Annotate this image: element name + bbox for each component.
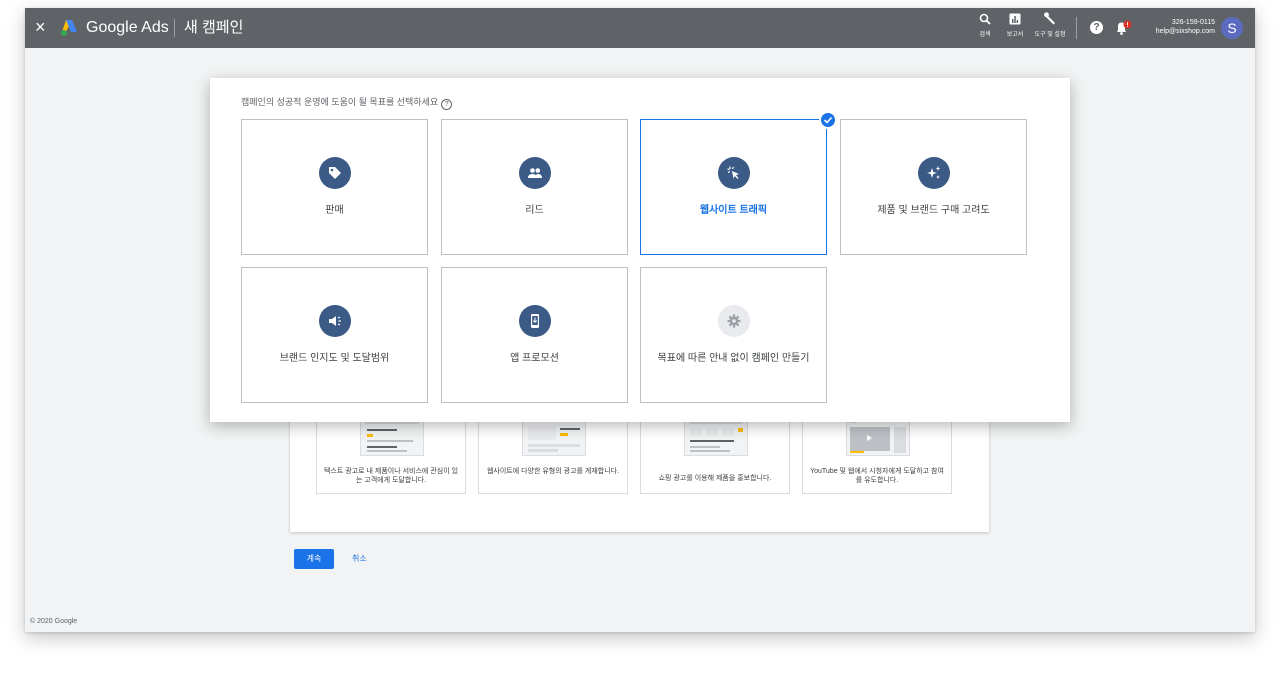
goal-label: 목표에 따른 안내 없이 캠페인 만들기	[657, 353, 810, 364]
goal-label: 웹사이트 트래픽	[699, 205, 768, 216]
search-tool-label: 검색	[979, 32, 991, 38]
checkmark-icon	[819, 111, 837, 129]
notifications-button[interactable]	[1115, 20, 1133, 41]
speaker-icon	[319, 305, 351, 337]
goal-label: 제품 및 브랜드 구매 고려도	[877, 205, 990, 216]
divider	[174, 19, 175, 37]
goal-card-brand-awareness[interactable]: 브랜드 인지도 및 도달범위	[241, 267, 428, 403]
campaign-type-desc: YouTube 및 웹에서 시청자에게 도달하고 참여를 유도합니다.	[810, 468, 944, 484]
goal-label: 앱 프로모션	[510, 353, 559, 364]
continue-button[interactable]: 계속	[294, 549, 334, 569]
goal-card-app-promotion[interactable]: 앱 프로모션	[441, 267, 628, 403]
report-icon	[1009, 13, 1021, 25]
google-ads-logo	[61, 20, 77, 36]
search-tool[interactable]: 검색	[975, 12, 995, 39]
bell-icon	[1117, 20, 1132, 35]
reports-tool[interactable]: 보고서	[1004, 12, 1026, 39]
goal-label: 판매	[325, 205, 344, 216]
goal-card-leads[interactable]: 리드	[441, 119, 628, 255]
divider	[1076, 17, 1077, 39]
help-icon[interactable]: ?	[1090, 21, 1103, 34]
top-bar: × Google Ads 새 캠페인 검색 보고서 도구 및 설정 ? 326-…	[25, 8, 1255, 48]
brand-name: Google Ads	[86, 19, 169, 36]
people-icon	[519, 157, 551, 189]
campaign-type-desc: 쇼핑 광고를 이용해 제품을 홍보합니다.	[658, 475, 772, 482]
account-id: 326-159-0115	[1171, 19, 1215, 26]
goal-question-text: 캠페인의 성공적 운영에 도움이 될 목표를 선택하세요	[241, 97, 439, 107]
goal-question: 캠페인의 성공적 운영에 도움이 될 목표를 선택하세요?	[241, 96, 453, 110]
account-email: help@sixshop.com	[1155, 28, 1215, 35]
goal-card-website-traffic[interactable]: 웹사이트 트래픽	[640, 111, 837, 255]
avatar[interactable]: S	[1221, 17, 1243, 39]
help-circle-icon[interactable]: ?	[441, 99, 453, 110]
goal-label: 리드	[525, 205, 544, 216]
gear-icon	[718, 305, 750, 337]
goal-card-sales[interactable]: 판매	[241, 119, 428, 255]
sparkle-icon	[918, 157, 950, 189]
close-icon[interactable]: ×	[35, 17, 46, 37]
account-info[interactable]: 326-159-0115 help@sixshop.com	[1156, 18, 1215, 36]
search-icon	[979, 13, 991, 25]
campaign-type-desc: 텍스트 광고로 내 제품이나 서비스에 관심이 있는 고객에게 도달합니다.	[323, 468, 459, 484]
tag-icon	[319, 157, 351, 189]
campaign-type-desc: 웹사이트에 다양한 유형의 광고를 게재합니다.	[486, 468, 620, 475]
copyright: © 2020 Google	[30, 618, 78, 625]
page-title: 새 캠페인	[184, 19, 244, 36]
cancel-button[interactable]: 취소	[352, 549, 367, 569]
app-window: × Google Ads 새 캠페인 검색 보고서 도구 및 설정 ? 326-…	[25, 8, 1255, 632]
phone-download-icon	[519, 305, 551, 337]
reports-tool-label: 보고서	[1006, 32, 1024, 38]
goal-selection-dialog: 캠페인의 성공적 운영에 도움이 될 목표를 선택하세요? 판매 리드 웹사이트…	[210, 78, 1070, 422]
goal-card-consideration[interactable]: 제품 및 브랜드 구매 고려도	[840, 119, 1027, 255]
goal-card-no-guidance[interactable]: 목표에 따른 안내 없이 캠페인 만들기	[640, 267, 827, 403]
tools-settings[interactable]: 도구 및 설정	[1033, 12, 1067, 39]
cursor-click-icon	[718, 157, 750, 189]
goal-label: 브랜드 인지도 및 도달범위	[279, 353, 390, 364]
tools-settings-label: 도구 및 설정	[1034, 32, 1066, 38]
wrench-icon	[1044, 12, 1055, 25]
